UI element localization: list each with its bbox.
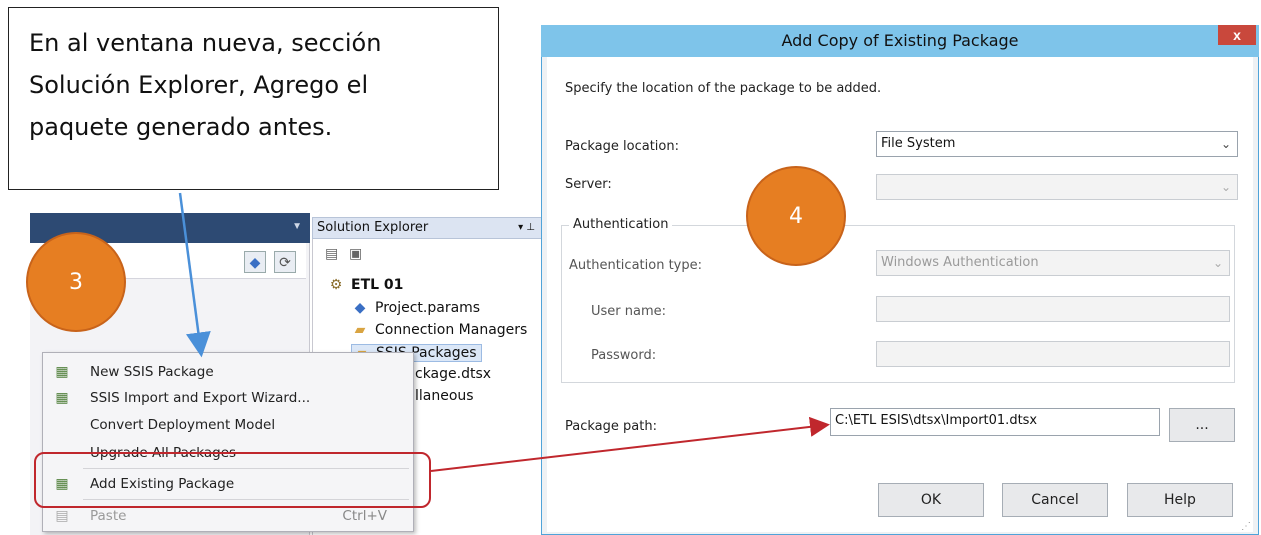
blue-arrow [178,192,211,358]
annotation-arrows [178,192,830,472]
red-arrow [430,416,830,472]
